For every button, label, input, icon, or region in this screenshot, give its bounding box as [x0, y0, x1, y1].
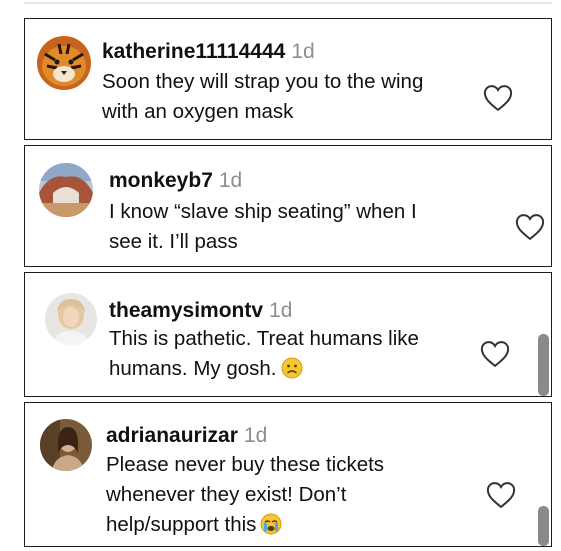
comment-line: humans. My gosh. — [109, 357, 277, 380]
username-link[interactable]: monkeyb7 — [109, 169, 213, 192]
timestamp: 1d — [291, 40, 315, 63]
tiger-avatar[interactable] — [37, 36, 91, 90]
scrollbar-thumb[interactable] — [538, 334, 549, 396]
comment-line: see it. I’ll pass — [109, 230, 238, 253]
comment-line: Please never buy these tickets — [106, 453, 385, 476]
comment-header: monkeyb7 1d — [109, 168, 242, 194]
comment-line: This is pathetic. Treat humans like — [109, 327, 419, 350]
comment-line: Soon they will strap you to the wing — [102, 70, 424, 93]
scrollbar-thumb[interactable] — [538, 506, 549, 546]
timestamp: 1d — [218, 169, 243, 192]
comment-line: I know “slave ship seating” when I — [109, 200, 417, 223]
heart-outline-icon[interactable] — [515, 213, 545, 241]
timestamp: 1d — [243, 424, 268, 447]
comment-card: katherine11114444 1d Soon they will strap… — [24, 18, 552, 140]
comment-header: theamysimontv 1d — [109, 298, 292, 324]
sad-face-emoji — [281, 357, 303, 379]
comment-header: adrianaurizar 1d — [106, 423, 267, 449]
comment-card: adrianaurizar 1d Please never buy these t… — [24, 402, 552, 547]
username-link[interactable]: theamysimontv — [109, 299, 263, 322]
comment-line-with-emoji: help/support this — [106, 510, 384, 540]
landscape-avatar[interactable] — [39, 163, 93, 217]
comment-card: monkeyb7 1d I know “slave ship seating” w… — [24, 145, 552, 267]
comment-text: I know “slave ship seating” when I see i… — [109, 197, 417, 257]
timestamp: 1d — [269, 299, 293, 322]
comment-line: whenever they exist! Don’t — [106, 483, 347, 506]
portrait-avatar[interactable] — [45, 293, 97, 345]
comment-card: theamysimontv 1d This is pathetic. Treat … — [24, 272, 552, 397]
comment-line-with-emoji: humans. My gosh. — [109, 354, 419, 384]
username-link[interactable]: katherine11114444 — [102, 40, 285, 63]
photo-avatar[interactable] — [40, 419, 92, 471]
heart-outline-icon[interactable] — [480, 340, 510, 368]
comment-line: with an oxygen mask — [102, 100, 294, 123]
username-link[interactable]: adrianaurizar — [106, 424, 238, 447]
comment-text: Soon they will strap you to the wing wit… — [102, 67, 423, 127]
comment-line: help/support this — [106, 513, 257, 536]
crying-face-emoji — [260, 513, 282, 535]
heart-outline-icon[interactable] — [483, 84, 513, 112]
comment-text: This is pathetic. Treat humans like huma… — [109, 324, 419, 384]
heart-outline-icon[interactable] — [486, 481, 516, 509]
comment-header: katherine11114444 1d — [102, 39, 315, 65]
top-divider — [24, 2, 552, 4]
comment-text: Please never buy these tickets whenever … — [106, 450, 384, 540]
